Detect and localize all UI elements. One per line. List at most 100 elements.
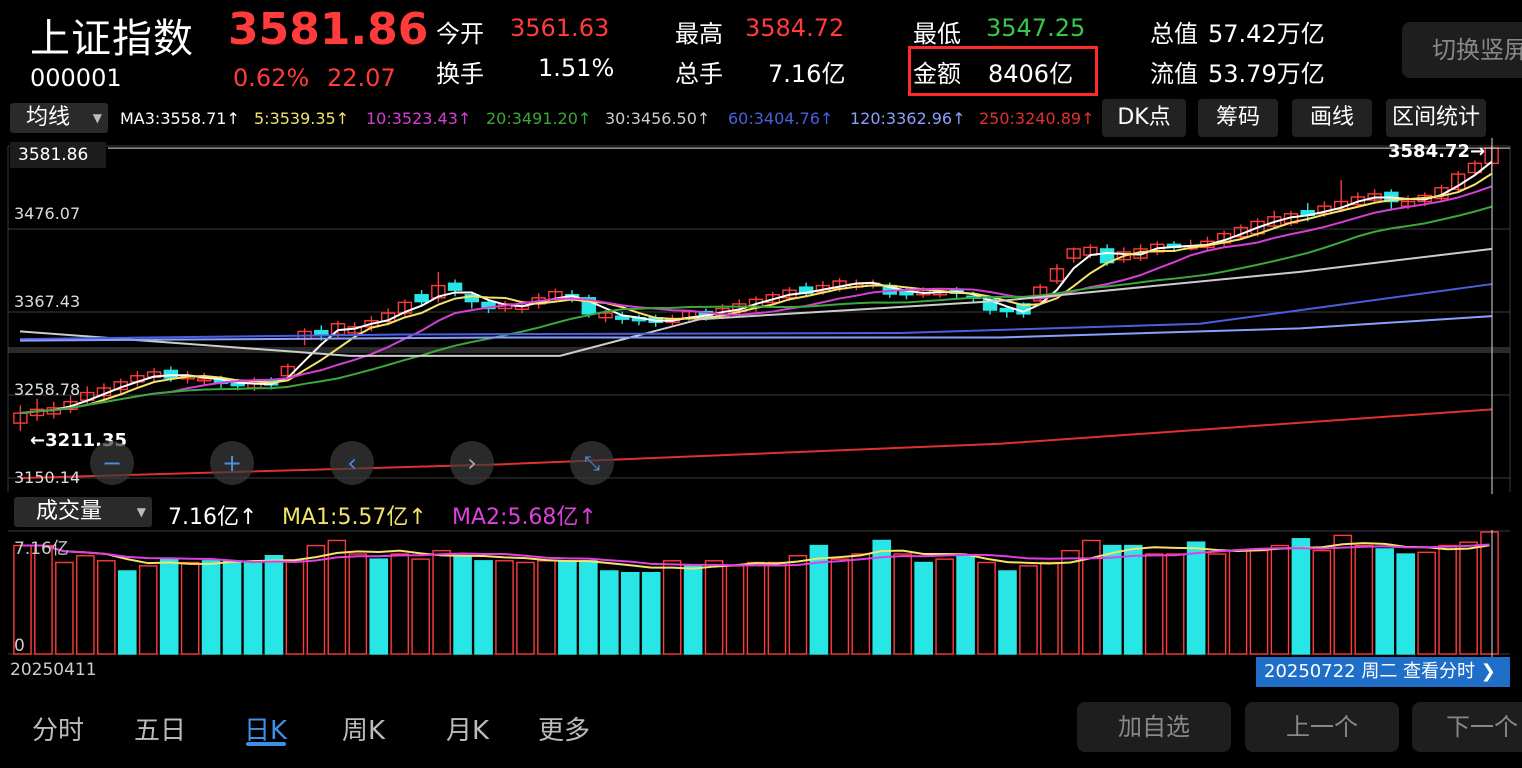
- current-price-readout: 3581.86: [10, 142, 106, 168]
- y-axis-label: 3150.14: [14, 468, 81, 487]
- volume-bar: [620, 571, 640, 655]
- volume-bar: [537, 560, 556, 655]
- volume-bar: [1354, 544, 1374, 655]
- volume-bar: [662, 560, 682, 655]
- chevron-right-icon: ❯: [1480, 661, 1496, 682]
- period-tab[interactable]: 月K: [446, 710, 489, 747]
- volume-bar: [1040, 561, 1059, 655]
- ma-value: MA3:3558.71↑: [120, 109, 240, 128]
- quote-value: 3561.63: [510, 14, 610, 42]
- period-tab[interactable]: 周K: [342, 710, 385, 747]
- volume-bar: [222, 560, 242, 655]
- current-price: 3581.86: [228, 4, 429, 55]
- tool-button[interactable]: 区间统计: [1386, 99, 1486, 137]
- y-axis-label: 3476.07: [14, 204, 81, 223]
- volume-ma2: MA2:5.68亿↑: [452, 505, 597, 530]
- volume-bar: [935, 558, 954, 655]
- volume-bar: [1333, 534, 1353, 655]
- volume-bar: [558, 560, 577, 655]
- quote-value: 7.16亿: [768, 60, 846, 88]
- switch-portrait-button[interactable]: 切换竖屏: [1402, 22, 1522, 78]
- quote-label: 总手: [675, 60, 723, 88]
- ma-select-label: 均线: [26, 105, 71, 130]
- y-axis-label: 3367.43: [14, 292, 81, 311]
- ma-value: 120:3362.96↑: [850, 109, 966, 128]
- period-tab[interactable]: 更多: [538, 710, 590, 747]
- volume-select-label: 成交量: [36, 499, 103, 524]
- period-tab[interactable]: 分时: [32, 710, 84, 747]
- volume-bar: [1102, 544, 1122, 655]
- zoom-in-icon[interactable]: +: [210, 441, 254, 485]
- zoom-out-icon[interactable]: −: [90, 441, 134, 485]
- volume-bar: [683, 565, 703, 655]
- quote-label: 最高: [675, 20, 723, 48]
- volume-bar: [788, 555, 808, 655]
- current-date-label: 20250722 周二 查看分时: [1264, 661, 1476, 682]
- chevron-left-icon[interactable]: ‹: [330, 441, 374, 485]
- volume-bar: [76, 555, 95, 655]
- y-axis-label: 3258.78: [14, 380, 81, 399]
- volume-bar: [1207, 553, 1227, 655]
- action-button[interactable]: 下一个: [1412, 702, 1522, 752]
- volume-bar: [767, 561, 787, 655]
- ma-value: 60:3404.76↑: [728, 109, 834, 128]
- volume-bar: [390, 553, 410, 655]
- volume-chart[interactable]: [0, 530, 1522, 658]
- volume-bar: [1480, 531, 1499, 655]
- volume-bar: [285, 560, 305, 655]
- volume-bar: [914, 561, 933, 655]
- volume-current: 7.16亿↑: [168, 505, 258, 530]
- action-button[interactable]: 加自选: [1077, 702, 1231, 752]
- ma-select[interactable]: 均线 ▼: [10, 103, 108, 133]
- view-intraday-button[interactable]: 20250722 周二 查看分时 ❯: [1256, 657, 1510, 687]
- volume-bar: [369, 558, 389, 655]
- quote-label: 总值: [1150, 20, 1198, 48]
- active-tab-indicator: [246, 742, 286, 746]
- volume-select[interactable]: 成交量 ▼: [14, 497, 152, 527]
- volume-bar: [746, 561, 766, 655]
- volume-bar: [159, 558, 179, 655]
- volume-bar: [411, 558, 430, 655]
- quote-label: 最低: [913, 20, 961, 48]
- high-marker-label: 3584.72→: [1388, 141, 1486, 162]
- volume-bar: [1165, 553, 1185, 655]
- caret-down-icon: ▼: [92, 111, 102, 125]
- ma-line: [20, 161, 1493, 415]
- volume-bar: [851, 553, 871, 655]
- volume-bar: [432, 549, 451, 655]
- ma-value: 10:3523.43↑: [366, 109, 472, 128]
- volume-bar: [956, 555, 975, 655]
- volume-bar: [977, 561, 996, 655]
- volume-bar: [1123, 544, 1143, 655]
- volume-bar: [243, 561, 263, 655]
- collapse-icon[interactable]: ⤡: [570, 441, 614, 485]
- candle-body: [447, 282, 463, 291]
- chevron-right-icon[interactable]: ›: [450, 441, 494, 485]
- volume-bar: [1019, 565, 1038, 655]
- period-tab[interactable]: 五日: [134, 710, 186, 747]
- tool-button[interactable]: 画线: [1292, 99, 1372, 137]
- volume-bar: [830, 558, 850, 655]
- action-button[interactable]: 上一个: [1245, 702, 1399, 752]
- volume-bar: [201, 560, 221, 655]
- quote-value: 53.79万亿: [1208, 60, 1325, 88]
- tool-button[interactable]: 筹码: [1198, 99, 1278, 137]
- quote-value: 3547.25: [986, 14, 1086, 42]
- quote-label: 换手: [436, 60, 484, 88]
- quote-value: 1.51%: [538, 54, 615, 82]
- volume-bar: [704, 560, 724, 655]
- volume-bar: [516, 561, 535, 655]
- volume-bar: [453, 555, 472, 655]
- volume-bar: [1438, 544, 1457, 655]
- volume-bar: [1312, 549, 1332, 655]
- ma-value: 5:3539.35↑: [254, 109, 350, 128]
- volume-bar: [998, 570, 1017, 655]
- volume-bar: [1396, 553, 1415, 655]
- quote-label: 今开: [436, 20, 484, 48]
- volume-bar: [725, 565, 745, 655]
- volume-bar: [1249, 549, 1269, 655]
- ma-line: [20, 172, 1493, 415]
- volume-ma1: MA1:5.57亿↑: [282, 505, 427, 530]
- caret-down-icon: ▼: [136, 505, 146, 519]
- tool-button[interactable]: DK点: [1102, 99, 1186, 137]
